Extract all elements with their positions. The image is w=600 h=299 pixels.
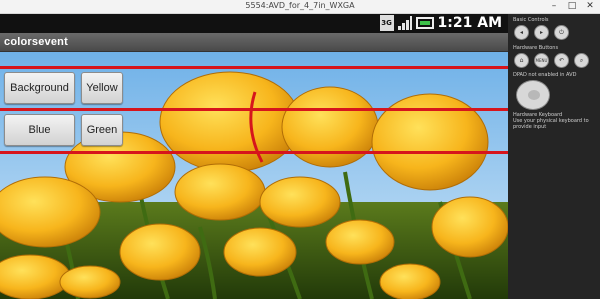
- divider-line-middle: [0, 108, 508, 111]
- network-type-icon: 3G: [379, 15, 394, 31]
- action-bar: colorsevent: [0, 33, 508, 52]
- dpad-control[interactable]: [516, 80, 550, 110]
- tulips-background-image: [0, 52, 508, 299]
- window-titlebar: 5554:AVD_for_4_7in_WXGA – □ ✕: [0, 0, 600, 14]
- background-button[interactable]: Background: [4, 72, 75, 104]
- blue-button[interactable]: Blue: [4, 114, 75, 146]
- dpad-disabled-label: DPAD not enabled in AVD: [513, 72, 577, 78]
- search-button[interactable]: ⌕: [574, 53, 589, 68]
- maximize-button[interactable]: □: [566, 1, 578, 12]
- hardware-buttons-label: Hardware Buttons: [513, 45, 559, 51]
- close-button[interactable]: ✕: [584, 1, 596, 12]
- window-title: 5554:AVD_for_4_7in_WXGA: [245, 1, 355, 10]
- yellow-button[interactable]: Yellow: [81, 72, 123, 104]
- device-screen: 3G 1:21 AM colorsevent Background Yellow…: [0, 14, 508, 299]
- status-time: 1:21 AM: [437, 15, 502, 31]
- keyboard-hint-text: Use your physical keyboard to provide in…: [513, 118, 589, 130]
- home-button[interactable]: ⌂: [514, 53, 529, 68]
- divider-line-bottom: [0, 151, 508, 154]
- status-bar: 3G 1:21 AM: [0, 14, 508, 33]
- app-content: Background Yellow Blue Green: [0, 52, 508, 299]
- emulator-window: 5554:AVD_for_4_7in_WXGA – □ ✕ 3G 1:21 AM…: [0, 0, 600, 299]
- volume-up-icon[interactable]: ▸: [534, 25, 549, 40]
- app-title: colorsevent: [4, 36, 68, 48]
- battery-icon: [415, 17, 434, 29]
- basic-controls-label: Basic Controls: [513, 17, 549, 23]
- power-icon[interactable]: ⏻: [554, 25, 569, 40]
- signal-icon: [397, 16, 412, 30]
- volume-down-icon[interactable]: ◂: [514, 25, 529, 40]
- menu-button[interactable]: MENU: [534, 53, 549, 68]
- divider-line-top: [0, 66, 508, 69]
- back-button[interactable]: ↶: [554, 53, 569, 68]
- dpad-center-button[interactable]: [528, 90, 540, 100]
- emulator-control-panel: Basic Controls ◂ ▸ ⏻ Hardware Buttons ⌂ …: [508, 14, 600, 299]
- green-button[interactable]: Green: [81, 114, 123, 146]
- minimize-button[interactable]: –: [548, 1, 560, 12]
